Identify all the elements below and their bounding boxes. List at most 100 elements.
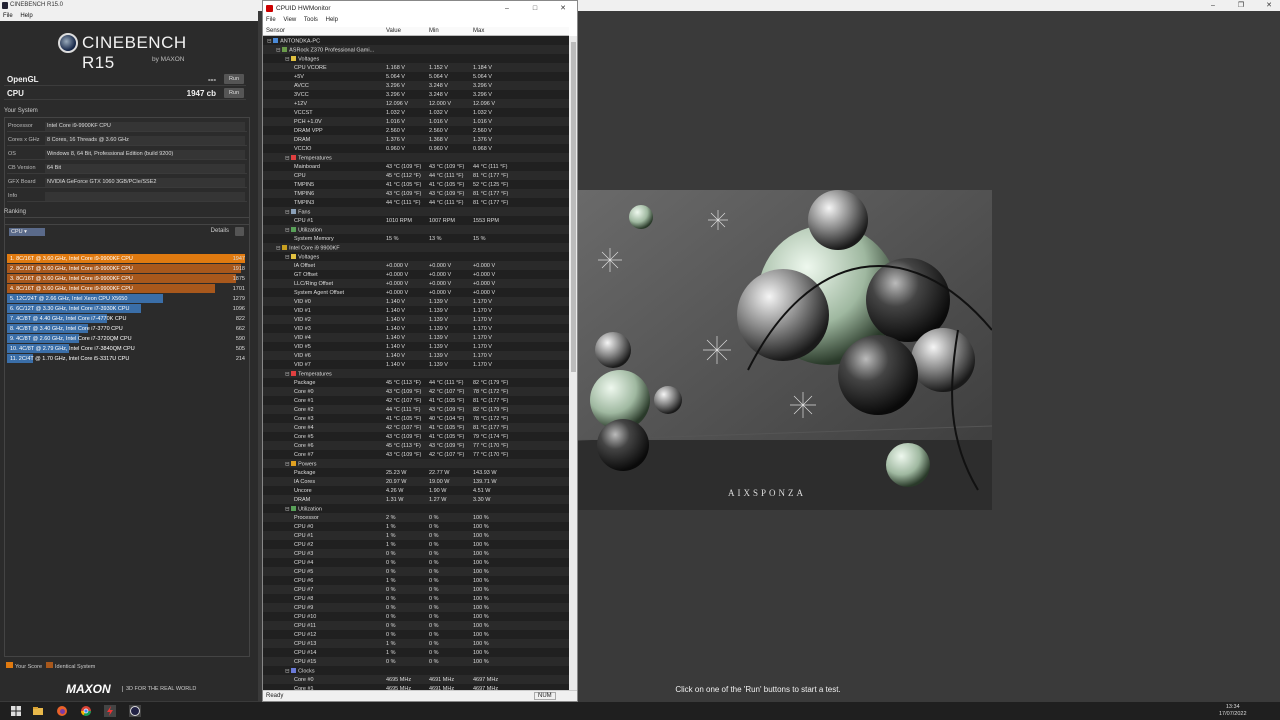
sensor-row[interactable]: Uncore 4.26 W 1.90 W 4.51 W	[263, 486, 569, 495]
sensor-row[interactable]: CPU #14 1 % 0 % 100 %	[263, 648, 569, 657]
sensor-row[interactable]: +5V 5.064 V 5.064 V 5.064 V	[263, 72, 569, 81]
sensor-row[interactable]: System Memory 15 % 13 % 15 %	[263, 234, 569, 243]
cpu-run-button[interactable]: Run	[224, 88, 244, 98]
sensor-row[interactable]: IA Offset +0.000 V +0.000 V +0.000 V	[263, 261, 569, 270]
sensor-row[interactable]: Core #3 41 °C (105 °F) 40 °C (104 °F) 78 °C…	[263, 414, 569, 423]
close-icon[interactable]: ✕	[549, 1, 577, 16]
sensor-row[interactable]: CPU #8 0 % 0 % 100 %	[263, 594, 569, 603]
sensor-row[interactable]: CPU #12 0 % 0 % 100 %	[263, 630, 569, 639]
menu-help[interactable]: Help	[17, 11, 35, 20]
sensor-row[interactable]: CPU #13 1 % 0 % 100 %	[263, 639, 569, 648]
sensor-row[interactable]: Core #7 43 °C (109 °F) 42 °C (107 °F) 77 °C…	[263, 450, 569, 459]
sensor-row[interactable]: AVCC 3.296 V 3.248 V 3.296 V	[263, 81, 569, 90]
sensor-row[interactable]: CPU 45 °C (112 °F) 44 °C (111 °F) 81 °C (17…	[263, 171, 569, 180]
menu-view[interactable]: View	[280, 16, 299, 24]
sensor-row[interactable]: CPU #10 0 % 0 % 100 %	[263, 612, 569, 621]
sensor-row[interactable]: CPU #15 0 % 0 % 100 %	[263, 657, 569, 666]
sensor-row[interactable]: CPU VCORE 1.168 V 1.152 V 1.184 V	[263, 63, 569, 72]
sensor-row[interactable]: GT Offset +0.000 V +0.000 V +0.000 V	[263, 270, 569, 279]
chrome-icon[interactable]	[80, 705, 92, 717]
minimize-icon[interactable]: –	[1199, 0, 1227, 11]
sensor-row[interactable]: Core #6 45 °C (113 °F) 43 °C (109 °F) 77 °C…	[263, 441, 569, 450]
minimize-icon[interactable]: –	[493, 1, 521, 16]
sensor-row[interactable]: CPU #0 1 % 0 % 100 %	[263, 522, 569, 531]
menu-file[interactable]: File	[0, 11, 16, 20]
ranking-details-button[interactable]: Details	[211, 228, 229, 234]
sensor-row[interactable]: DRAM 1.376 V 1.368 V 1.376 V	[263, 135, 569, 144]
sensor-row[interactable]: TMPIN6 43 °C (109 °F) 43 °C (109 °F) 81 °C …	[263, 189, 569, 198]
ranking-options-icon[interactable]	[235, 227, 244, 236]
opengl-run-button[interactable]: Run	[224, 74, 244, 84]
device-node[interactable]: ⊟ Intel Core i9 9900KF	[263, 243, 569, 252]
sensor-group[interactable]: ⊟ Temperatures	[263, 369, 569, 378]
sensor-row[interactable]: PCH +1.0V 1.016 V 1.016 V 1.016 V	[263, 117, 569, 126]
sensor-row[interactable]: Core #2 44 °C (111 °F) 43 °C (109 °F) 82 °C…	[263, 405, 569, 414]
sensor-row[interactable]: VID #2 1.140 V 1.139 V 1.170 V	[263, 315, 569, 324]
ranking-row[interactable]: 4. 8C/16T @ 3.60 GHz, Intel Core i9-9900…	[7, 284, 247, 293]
sensor-row[interactable]: VCCIO 0.960 V 0.960 V 0.968 V	[263, 144, 569, 153]
ranking-row[interactable]: 1. 8C/16T @ 3.60 GHz, Intel Core i9-9900…	[7, 254, 247, 263]
device-node[interactable]: ⊟ ANTONDKA-PC	[263, 36, 569, 45]
hwmonitor-icon[interactable]	[104, 705, 116, 717]
sensor-group[interactable]: ⊟ Voltages	[263, 54, 569, 63]
sensor-row[interactable]: Core #1 42 °C (107 °F) 41 °C (105 °F) 81 °C…	[263, 396, 569, 405]
sensor-row[interactable]: VID #0 1.140 V 1.139 V 1.170 V	[263, 297, 569, 306]
sensor-row[interactable]: Processor 2 % 0 % 100 %	[263, 513, 569, 522]
ranking-row[interactable]: 2. 8C/16T @ 3.60 GHz, Intel Core i9-9900…	[7, 264, 247, 273]
sensor-group[interactable]: ⊟ Clocks	[263, 666, 569, 675]
column-min[interactable]: Min	[429, 28, 439, 34]
maximize-icon[interactable]: □	[521, 1, 549, 16]
ranking-row[interactable]: 5. 12C/24T @ 2.66 GHz, Intel Xeon CPU X5…	[7, 294, 247, 303]
sensor-row[interactable]: 3VCC 3.296 V 3.248 V 3.296 V	[263, 90, 569, 99]
sensor-row[interactable]: DRAM 1.31 W 1.27 W 3.30 W	[263, 495, 569, 504]
ranking-row[interactable]: 7. 4C/8T @ 4.40 GHz, Intel Core i7-4770K…	[7, 314, 247, 323]
menu-file[interactable]: File	[263, 16, 279, 24]
close-icon[interactable]: ✕	[1255, 0, 1280, 11]
ranking-row[interactable]: 8. 4C/8T @ 3.40 GHz, Intel Core i7-3770 …	[7, 324, 247, 333]
scrollbar-thumb[interactable]	[570, 42, 576, 372]
sensor-group[interactable]: ⊟ Utilization	[263, 225, 569, 234]
sensor-row[interactable]: CPU #3 0 % 0 % 100 %	[263, 549, 569, 558]
sensor-row[interactable]: VCCST 1.032 V 1.032 V 1.032 V	[263, 108, 569, 117]
sensor-row[interactable]: CPU #2 1 % 0 % 100 %	[263, 540, 569, 549]
sensor-row[interactable]: CPU #5 0 % 0 % 100 %	[263, 567, 569, 576]
sensor-group[interactable]: ⊟ Utilization	[263, 504, 569, 513]
sensor-row[interactable]: TMPIN3 44 °C (111 °F) 44 °C (111 °F) 81 °C …	[263, 198, 569, 207]
taskbar-clock[interactable]: 13:34 17/07/2022	[1219, 704, 1247, 718]
system-value[interactable]	[45, 191, 245, 201]
maximize-icon[interactable]: ❐	[1227, 0, 1255, 11]
sensor-row[interactable]: CPU #11 0 % 0 % 100 %	[263, 621, 569, 630]
sensor-group[interactable]: ⊟ Temperatures	[263, 153, 569, 162]
device-node[interactable]: ⊟ ASRock Z370 Professional Gami...	[263, 45, 569, 54]
sensor-row[interactable]: +12V 12.096 V 12.000 V 12.096 V	[263, 99, 569, 108]
sensor-row[interactable]: Package 25.23 W 22.77 W 143.93 W	[263, 468, 569, 477]
sensor-row[interactable]: VID #7 1.140 V 1.139 V 1.170 V	[263, 360, 569, 369]
sensor-row[interactable]: System Agent Offset +0.000 V +0.000 V +0.00…	[263, 288, 569, 297]
sensor-row[interactable]: VID #4 1.140 V 1.139 V 1.170 V	[263, 333, 569, 342]
sensor-row[interactable]: Core #5 43 °C (109 °F) 41 °C (105 °F) 79 °C…	[263, 432, 569, 441]
sensor-row[interactable]: CPU #4 0 % 0 % 100 %	[263, 558, 569, 567]
sensor-scrollbar[interactable]	[569, 36, 577, 690]
start-icon[interactable]	[10, 705, 22, 717]
sensor-row[interactable]: VID #5 1.140 V 1.139 V 1.170 V	[263, 342, 569, 351]
ranking-row[interactable]: 3. 8C/16T @ 3.60 GHz, Intel Core i9-9900…	[7, 274, 247, 283]
sensor-group[interactable]: ⊟ Voltages	[263, 252, 569, 261]
ranking-row[interactable]: 11. 2C/4T @ 1.70 GHz, Intel Core i5-3317…	[7, 354, 247, 363]
column-max[interactable]: Max	[473, 28, 484, 34]
sensor-row[interactable]: IA Cores 20.97 W 19.00 W 139.71 W	[263, 477, 569, 486]
ranking-select[interactable]: CPU ▾	[9, 228, 45, 236]
sensor-group[interactable]: ⊟ Powers	[263, 459, 569, 468]
firefox-icon[interactable]	[56, 705, 68, 717]
column-value[interactable]: Value	[386, 28, 401, 34]
sensor-row[interactable]: TMPIN5 41 °C (105 °F) 41 °C (105 °F) 52 °C …	[263, 180, 569, 189]
sensor-row[interactable]: Core #4 42 °C (107 °F) 41 °C (105 °F) 81 °C…	[263, 423, 569, 432]
sensor-row[interactable]: CPU #7 0 % 0 % 100 %	[263, 585, 569, 594]
sensor-row[interactable]: Mainboard 43 °C (109 °F) 43 °C (109 °F) 44 …	[263, 162, 569, 171]
sensor-row[interactable]: CPU #9 0 % 0 % 100 %	[263, 603, 569, 612]
sensor-row[interactable]: CPU #1 1 % 0 % 100 %	[263, 531, 569, 540]
sensor-row[interactable]: Core #0 43 °C (109 °F) 42 °C (107 °F) 78 °C…	[263, 387, 569, 396]
sensor-group[interactable]: ⊟ Fans	[263, 207, 569, 216]
sensor-row[interactable]: Package 45 °C (113 °F) 44 °C (111 °F) 82 °C…	[263, 378, 569, 387]
column-sensor[interactable]: Sensor	[266, 28, 285, 34]
sensor-row[interactable]: Core #0 4695 MHz 4691 MHz 4697 MHz	[263, 675, 569, 684]
